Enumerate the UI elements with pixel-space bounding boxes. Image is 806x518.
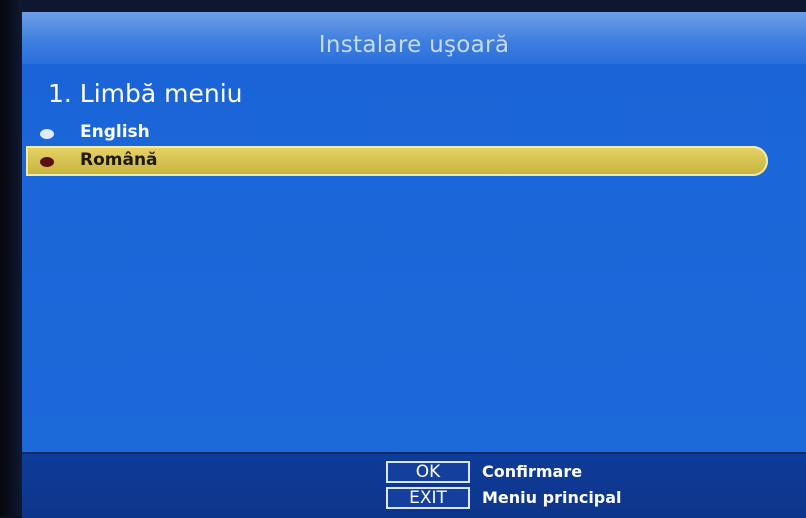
bullet-icon: [40, 129, 54, 139]
language-label: English: [80, 122, 150, 142]
language-label: Română: [80, 150, 158, 170]
ok-key[interactable]: OK: [386, 461, 470, 483]
header-bar: Instalare uşoară: [22, 12, 806, 64]
bullet-icon: [40, 157, 54, 167]
tv-screen: Instalare uşoară 1. Limbă meniu English …: [0, 0, 806, 518]
key-hint-bar: OK Confirmare EXIT Meniu principal: [22, 452, 806, 518]
setup-panel: Instalare uşoară 1. Limbă meniu English …: [22, 12, 806, 452]
exit-key[interactable]: EXIT: [386, 487, 470, 509]
step-title: 1. Limbă meniu: [48, 79, 243, 108]
language-option-english[interactable]: English: [22, 118, 782, 148]
screen-bezel: [0, 0, 22, 516]
ok-key-description: Confirmare: [482, 462, 583, 481]
page-title: Instalare uşoară: [318, 32, 510, 58]
language-option-romana[interactable]: Română: [26, 146, 768, 176]
top-border: [22, 0, 806, 12]
exit-key-description: Meniu principal: [482, 488, 622, 507]
